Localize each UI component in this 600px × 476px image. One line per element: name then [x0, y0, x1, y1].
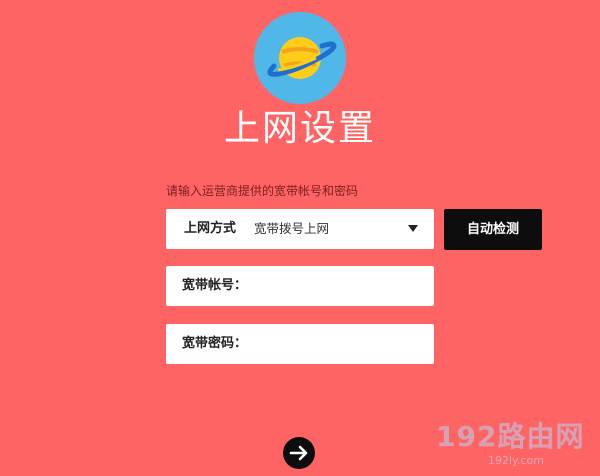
page-title: 上网设置	[223, 108, 376, 149]
connection-type-select[interactable]: 上网方式 宽带拨号上网	[166, 209, 434, 249]
connection-type-label: 上网方式	[184, 221, 237, 236]
password-label: 宽带密码：	[182, 336, 248, 351]
watermark-main-text: 192路由网	[436, 420, 585, 453]
arrow-right-icon	[289, 445, 308, 461]
password-input[interactable]	[250, 330, 424, 360]
chevron-down-icon[interactable]	[408, 225, 418, 232]
connection-type-value: 宽带拨号上网	[254, 221, 330, 236]
account-label: 宽带帐号：	[182, 278, 248, 293]
account-field: 宽带帐号：	[166, 266, 434, 306]
account-input[interactable]	[250, 272, 424, 302]
password-field: 宽带密码：	[166, 324, 434, 364]
instruction-text: 请输入运营商提供的宽带帐号和密码	[166, 184, 359, 198]
planet-logo-icon	[254, 12, 346, 104]
watermark: 192路由网 192ly.com	[436, 420, 596, 472]
next-button[interactable]	[283, 437, 315, 469]
watermark-sub-text: 192ly.com	[488, 454, 544, 467]
auto-detect-button[interactable]: 自动检测	[444, 209, 542, 250]
